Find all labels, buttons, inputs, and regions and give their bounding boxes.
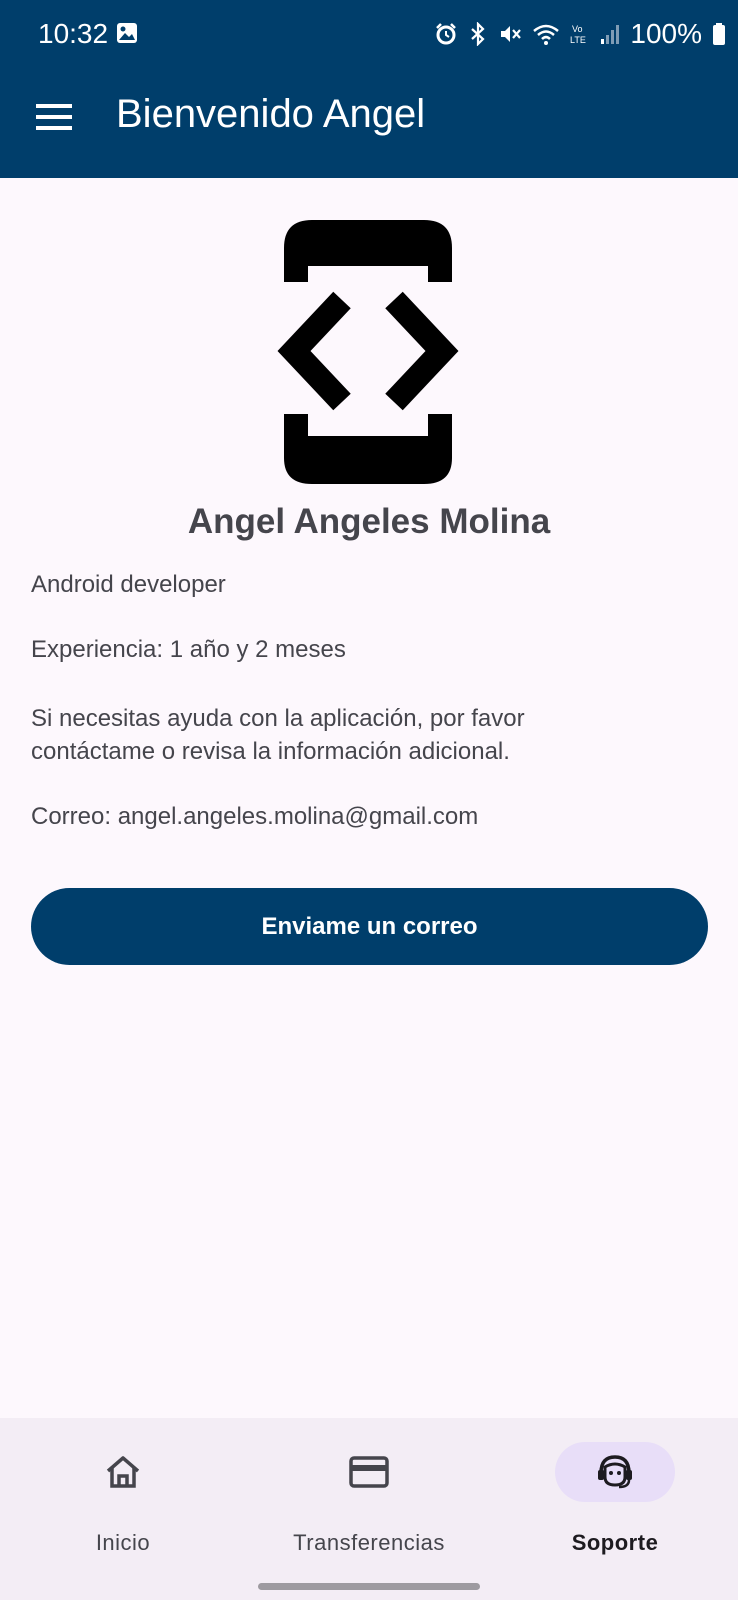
top-app-bar: 10:32 Vo LTE 100% Bienvenido Angel — [0, 0, 738, 178]
status-icons: Vo LTE 100% — [434, 16, 726, 52]
menu-icon[interactable] — [36, 102, 72, 132]
svg-text:Vo: Vo — [572, 24, 583, 34]
send-email-button[interactable]: Enviame un correo — [31, 888, 708, 965]
nav-label-inicio: Inicio — [95, 1530, 151, 1555]
wifi-icon — [533, 24, 560, 45]
volte-icon: Vo LTE — [570, 24, 586, 45]
bottom-navigation: Inicio Transferencias Soporte — [0, 1418, 738, 1600]
nav-icon-container — [63, 1442, 183, 1502]
profile-experience: Experiencia: 1 año y 2 meses — [31, 636, 346, 663]
nav-label-soporte: Soporte — [571, 1530, 659, 1555]
battery-icon — [713, 23, 725, 45]
home-icon — [106, 1456, 140, 1488]
app-title: Bienvenido Angel — [116, 92, 426, 136]
signal-icon — [601, 25, 620, 44]
nav-label-transferencias: Transferencias — [293, 1530, 445, 1555]
svg-text:LTE: LTE — [570, 35, 586, 45]
help-text: Si necesitas ayuda con la aplicación, po… — [31, 705, 525, 765]
nav-icon-container-active — [555, 1442, 675, 1502]
bluetooth-icon — [471, 22, 485, 46]
profile-email: Correo: angel.angeles.molina@gmail.com — [31, 803, 479, 830]
status-time: 10:32 — [38, 18, 109, 49]
send-email-button-label: Enviame un correo — [261, 912, 478, 940]
home-indicator[interactable] — [258, 1583, 480, 1590]
nav-item-transferencias[interactable]: Transferencias — [246, 1418, 492, 1568]
image-icon — [117, 23, 137, 43]
nav-item-soporte[interactable]: Soporte — [492, 1418, 738, 1568]
code-phone-icon — [277, 220, 459, 484]
nav-icon-container — [309, 1442, 429, 1502]
alarm-icon — [436, 23, 457, 45]
battery-percentage: 100% — [630, 18, 702, 49]
mute-icon — [501, 26, 522, 42]
card-icon — [349, 1456, 389, 1488]
support-agent-icon — [598, 1455, 632, 1489]
profile-role: Android developer — [31, 571, 226, 598]
nav-item-inicio[interactable]: Inicio — [0, 1418, 246, 1568]
profile-name: Angel Angeles Molina — [187, 502, 551, 541]
